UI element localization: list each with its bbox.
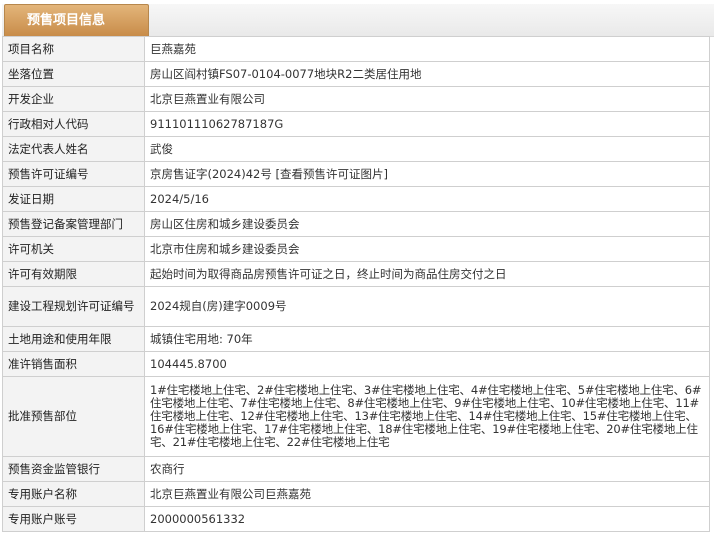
row-issue-date: 发证日期 2024/5/16 xyxy=(2,186,710,212)
row-legal-rep: 法定代表人姓名 武俊 xyxy=(2,136,710,162)
value-approved-units: 1#住宅楼地上住宅、2#住宅楼地上住宅、3#住宅楼地上住宅、4#住宅楼地上住宅、… xyxy=(144,376,710,457)
row-location: 坐落位置 房山区阎村镇FS07-0104-0077地块R2二类居住用地 xyxy=(2,61,710,87)
label-permit-number: 预售许可证编号 xyxy=(2,161,145,187)
value-permit-number[interactable]: 京房售证字(2024)42号 [查看预售许可证图片] xyxy=(144,161,710,187)
label-issue-date: 发证日期 xyxy=(2,186,145,212)
row-sale-area: 准许销售面积 104445.8700 xyxy=(2,351,710,377)
value-registry-dept: 房山区住房和城乡建设委员会 xyxy=(144,211,710,237)
label-permit-authority: 许可机关 xyxy=(2,236,145,262)
row-registry-dept: 预售登记备案管理部门 房山区住房和城乡建设委员会 xyxy=(2,211,710,237)
value-sale-area: 104445.8700 xyxy=(144,351,710,377)
row-permit-authority: 许可机关 北京市住房和城乡建设委员会 xyxy=(2,236,710,262)
row-land-use: 土地用途和使用年限 城镇住宅用地: 70年 xyxy=(2,326,710,352)
row-account-name: 专用账户名称 北京巨燕置业有限公司巨燕嘉苑 xyxy=(2,481,710,507)
row-account-number: 专用账户账号 2000000561332 xyxy=(2,506,710,532)
row-planning-permit: 建设工程规划许可证编号 2024规自(房)建字0009号 xyxy=(2,286,710,327)
row-project-name: 项目名称 巨燕嘉苑 xyxy=(2,36,710,62)
row-developer: 开发企业 北京巨燕置业有限公司 xyxy=(2,86,710,112)
value-location: 房山区阎村镇FS07-0104-0077地块R2二类居住用地 xyxy=(144,61,710,87)
value-account-number: 2000000561332 xyxy=(144,506,710,532)
value-land-use: 城镇住宅用地: 70年 xyxy=(144,326,710,352)
row-approved-units: 批准预售部位 1#住宅楼地上住宅、2#住宅楼地上住宅、3#住宅楼地上住宅、4#住… xyxy=(2,376,710,457)
value-escrow-bank: 农商行 xyxy=(144,456,710,482)
row-validity: 许可有效期限 起始时间为取得商品房预售许可证之日，终止时间为商品住房交付之日 xyxy=(2,261,710,287)
label-sale-area: 准许销售面积 xyxy=(2,351,145,377)
row-permit-number: 预售许可证编号 京房售证字(2024)42号 [查看预售许可证图片] xyxy=(2,161,710,187)
label-planning-permit: 建设工程规划许可证编号 xyxy=(2,286,145,327)
value-legal-rep: 武俊 xyxy=(144,136,710,162)
label-account-number: 专用账户账号 xyxy=(2,506,145,532)
label-admin-code: 行政相对人代码 xyxy=(2,111,145,137)
row-admin-code: 行政相对人代码 91110111062787187G xyxy=(2,111,710,137)
value-account-name: 北京巨燕置业有限公司巨燕嘉苑 xyxy=(144,481,710,507)
value-issue-date: 2024/5/16 xyxy=(144,186,710,212)
value-validity: 起始时间为取得商品房预售许可证之日，终止时间为商品住房交付之日 xyxy=(144,261,710,287)
label-legal-rep: 法定代表人姓名 xyxy=(2,136,145,162)
value-developer: 北京巨燕置业有限公司 xyxy=(144,86,710,112)
label-location: 坐落位置 xyxy=(2,61,145,87)
label-project-name: 项目名称 xyxy=(2,36,145,62)
label-escrow-bank: 预售资金监管银行 xyxy=(2,456,145,482)
label-developer: 开发企业 xyxy=(2,86,145,112)
value-permit-authority: 北京市住房和城乡建设委员会 xyxy=(144,236,710,262)
presale-info-panel: 预售项目信息 项目名称 巨燕嘉苑 坐落位置 房山区阎村镇FS07-0104-00… xyxy=(0,0,718,538)
row-escrow-bank: 预售资金监管银行 农商行 xyxy=(2,456,710,482)
section-tab-bar: 预售项目信息 xyxy=(2,4,714,37)
label-account-name: 专用账户名称 xyxy=(2,481,145,507)
label-registry-dept: 预售登记备案管理部门 xyxy=(2,211,145,237)
label-land-use: 土地用途和使用年限 xyxy=(2,326,145,352)
tab-presale-project-info[interactable]: 预售项目信息 xyxy=(4,4,149,36)
value-admin-code: 91110111062787187G xyxy=(144,111,710,137)
value-planning-permit: 2024规自(房)建字0009号 xyxy=(144,286,710,327)
label-validity: 许可有效期限 xyxy=(2,261,145,287)
value-project-name: 巨燕嘉苑 xyxy=(144,36,710,62)
presale-info-table: 项目名称 巨燕嘉苑 坐落位置 房山区阎村镇FS07-0104-0077地块R2二… xyxy=(2,36,710,532)
label-approved-units: 批准预售部位 xyxy=(2,376,145,457)
